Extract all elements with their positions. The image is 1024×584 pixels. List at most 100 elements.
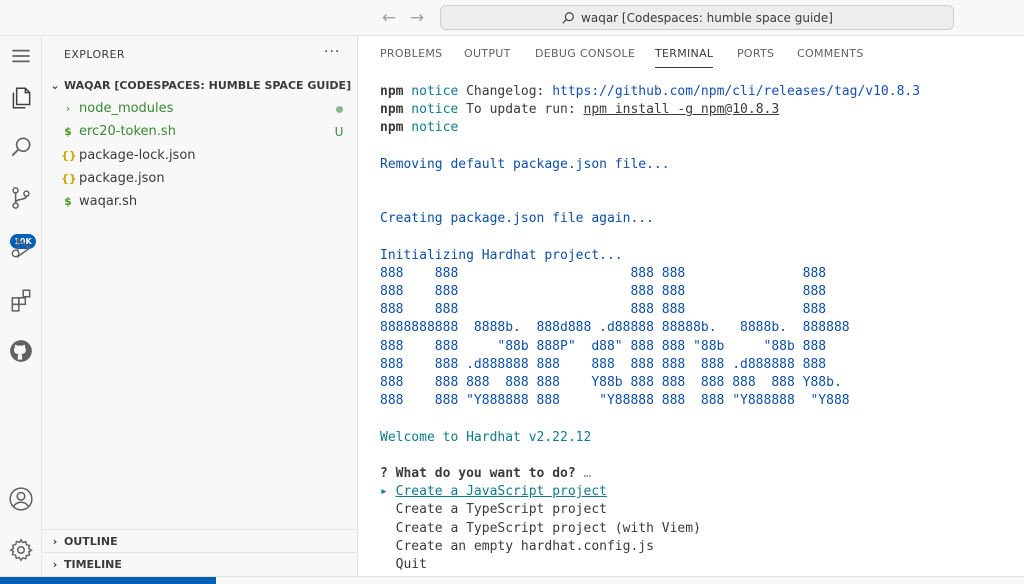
tab-comments[interactable]: COMMENTS — [797, 47, 864, 60]
chevron-right-icon: › — [52, 557, 58, 571]
prompt-option[interactable]: Create a TypeScript project (with Viem) — [380, 520, 1020, 538]
modified-dot-icon — [328, 102, 350, 116]
tab-debug-console[interactable]: DEBUG CONSOLE — [535, 47, 635, 60]
chevron-down-icon: ⌄ — [50, 78, 60, 92]
tree-item-label: package.json — [79, 171, 165, 186]
arrow-right-icon[interactable]: → — [406, 7, 428, 29]
notice-label: notice — [403, 84, 459, 99]
npm-label: npm — [380, 102, 404, 118]
question-text: What do you want to do? — [387, 465, 576, 481]
terminal-output[interactable]: npm notice Changelog: https://github.com… — [380, 83, 1020, 574]
arrow-left-icon[interactable]: ← — [378, 7, 400, 29]
menu-icon[interactable] — [5, 40, 37, 72]
notice-label: notice — [403, 120, 459, 136]
explorer-sidebar: EXPLORER ··· ⌄ WAQAR [CODESPACES: HUMBLE… — [42, 36, 358, 576]
prompt-option-selected[interactable]: ▸ Create a JavaScript project — [380, 483, 1020, 501]
tree-item-package-json[interactable]: {} package.json — [42, 167, 358, 190]
option-label: Create an empty hardhat.config.js — [395, 538, 654, 554]
gear-icon[interactable] — [5, 534, 37, 566]
workspace-header[interactable]: ⌄ WAQAR [CODESPACES: HUMBLE SPACE GUIDE] — [42, 74, 358, 96]
outline-label: OUTLINE — [64, 534, 118, 548]
remote-indicator[interactable] — [0, 577, 216, 584]
files-icon[interactable] — [5, 82, 37, 114]
ascii-art-line: 888 888 .d888888 888 888 888 888 888 .d8… — [380, 356, 827, 372]
notice-text: Changelog: — [458, 84, 553, 99]
search-icon[interactable] — [5, 132, 37, 164]
tree-item-label: erc20-token.sh — [79, 124, 176, 139]
option-label: Create a TypeScript project (with Viem) — [395, 520, 701, 536]
terminal-line: Initializing Hardhat project... — [380, 247, 623, 263]
tree-item-label: waqar.sh — [79, 194, 138, 209]
prompt-question: ? What do you want to do? … — [380, 465, 1020, 483]
github-icon[interactable] — [5, 335, 37, 367]
ascii-art-line: 888 888 "Y888888 888 "Y88888 888 888 "Y8… — [380, 393, 850, 409]
tree-item-label: package-lock.json — [79, 148, 196, 163]
notice-text: To update run: — [458, 102, 584, 118]
tree-item-erc20-token[interactable]: $ erc20-token.sh U — [42, 120, 358, 143]
prompt-option[interactable]: Quit — [380, 556, 1020, 574]
ascii-art-line: 8888888888 8888b. 888d888 .d88888 88888b… — [380, 320, 850, 336]
extensions-icon[interactable] — [5, 284, 37, 316]
shell-file-icon: $ — [64, 125, 72, 138]
terminal-line: npm notice Changelog: https://github.com… — [380, 83, 1020, 101]
update-command: npm install -g npm@10.8.3 — [583, 102, 780, 118]
command-center-search[interactable]: waqar [Codespaces: humble space guide] — [440, 5, 954, 30]
terminal-line: Removing default package.json file... — [380, 156, 670, 172]
terminal-line: npm notice — [380, 119, 1020, 137]
option-label: Create a TypeScript project — [395, 502, 607, 518]
ascii-art-line: 888 888 888 888 888 Y88b 888 888 888 888… — [380, 375, 842, 390]
ascii-art-line: 888 888 888 888 888 — [380, 284, 827, 300]
explorer-title: EXPLORER — [64, 48, 125, 61]
json-file-icon: {} — [61, 149, 77, 162]
status-bar — [0, 576, 1024, 584]
shell-file-icon: $ — [64, 195, 72, 208]
tree-item-node-modules[interactable]: › node_modules — [42, 97, 358, 120]
terminal-line: Welcome to Hardhat v2.22.12 — [380, 429, 592, 445]
chevron-right-icon: › — [52, 534, 58, 548]
title-bar: ← → waqar [Codespaces: humble space guid… — [0, 0, 1024, 36]
timeline-section[interactable]: › TIMELINE — [42, 552, 358, 575]
tab-terminal[interactable]: TERMINAL — [655, 47, 714, 68]
json-file-icon: {} — [61, 172, 77, 185]
workspace-name: WAQAR [CODESPACES: HUMBLE SPACE GUIDE] — [64, 78, 352, 92]
timeline-label: TIMELINE — [64, 557, 122, 571]
chevron-right-icon: › — [65, 102, 71, 115]
prompt-option[interactable]: Create a TypeScript project — [380, 501, 1020, 519]
changelog-link[interactable]: https://github.com/npm/cli/releases/tag/… — [552, 84, 920, 99]
untracked-badge: U — [334, 124, 344, 139]
terminal-line: npm notice To update run: npm install -g… — [380, 101, 1020, 119]
tab-problems[interactable]: PROBLEMS — [380, 47, 442, 60]
activity-bar: 10K — [0, 36, 42, 576]
tree-item-waqar-sh[interactable]: $ waqar.sh — [42, 190, 358, 213]
ascii-art-line: 888 888 888 888 888 — [380, 302, 827, 318]
command-center-text: waqar [Codespaces: humble space guide] — [581, 10, 833, 25]
more-actions-icon[interactable]: ··· — [324, 44, 340, 60]
run-debug-icon[interactable] — [5, 232, 37, 264]
question-mark: ? — [380, 465, 388, 481]
option-label: Quit — [395, 556, 427, 572]
ascii-art-line: 888 888 "88b 888P" d88" 888 888 "88b "88… — [380, 338, 827, 354]
source-control-icon[interactable] — [5, 182, 37, 214]
tree-item-package-lock[interactable]: {} package-lock.json — [42, 144, 358, 167]
terminal-line: Creating package.json file again... — [380, 211, 654, 227]
tree-item-label: node_modules — [79, 101, 174, 116]
prompt-option[interactable]: Create an empty hardhat.config.js — [380, 538, 1020, 556]
question-ellipsis: … — [575, 465, 592, 481]
search-icon — [562, 11, 574, 24]
notice-label: notice — [403, 102, 459, 118]
option-label: Create a JavaScript project — [395, 484, 607, 500]
npm-label: npm — [380, 120, 404, 136]
bottom-panel: PROBLEMS OUTPUT DEBUG CONSOLE TERMINAL P… — [359, 36, 1024, 576]
outline-section[interactable]: › OUTLINE — [42, 529, 358, 552]
npm-label: npm — [380, 84, 404, 99]
tab-output[interactable]: OUTPUT — [464, 47, 511, 60]
account-icon[interactable] — [5, 483, 37, 515]
tab-ports[interactable]: PORTS — [737, 47, 774, 60]
ascii-art-line: 888 888 888 888 888 — [380, 265, 827, 281]
